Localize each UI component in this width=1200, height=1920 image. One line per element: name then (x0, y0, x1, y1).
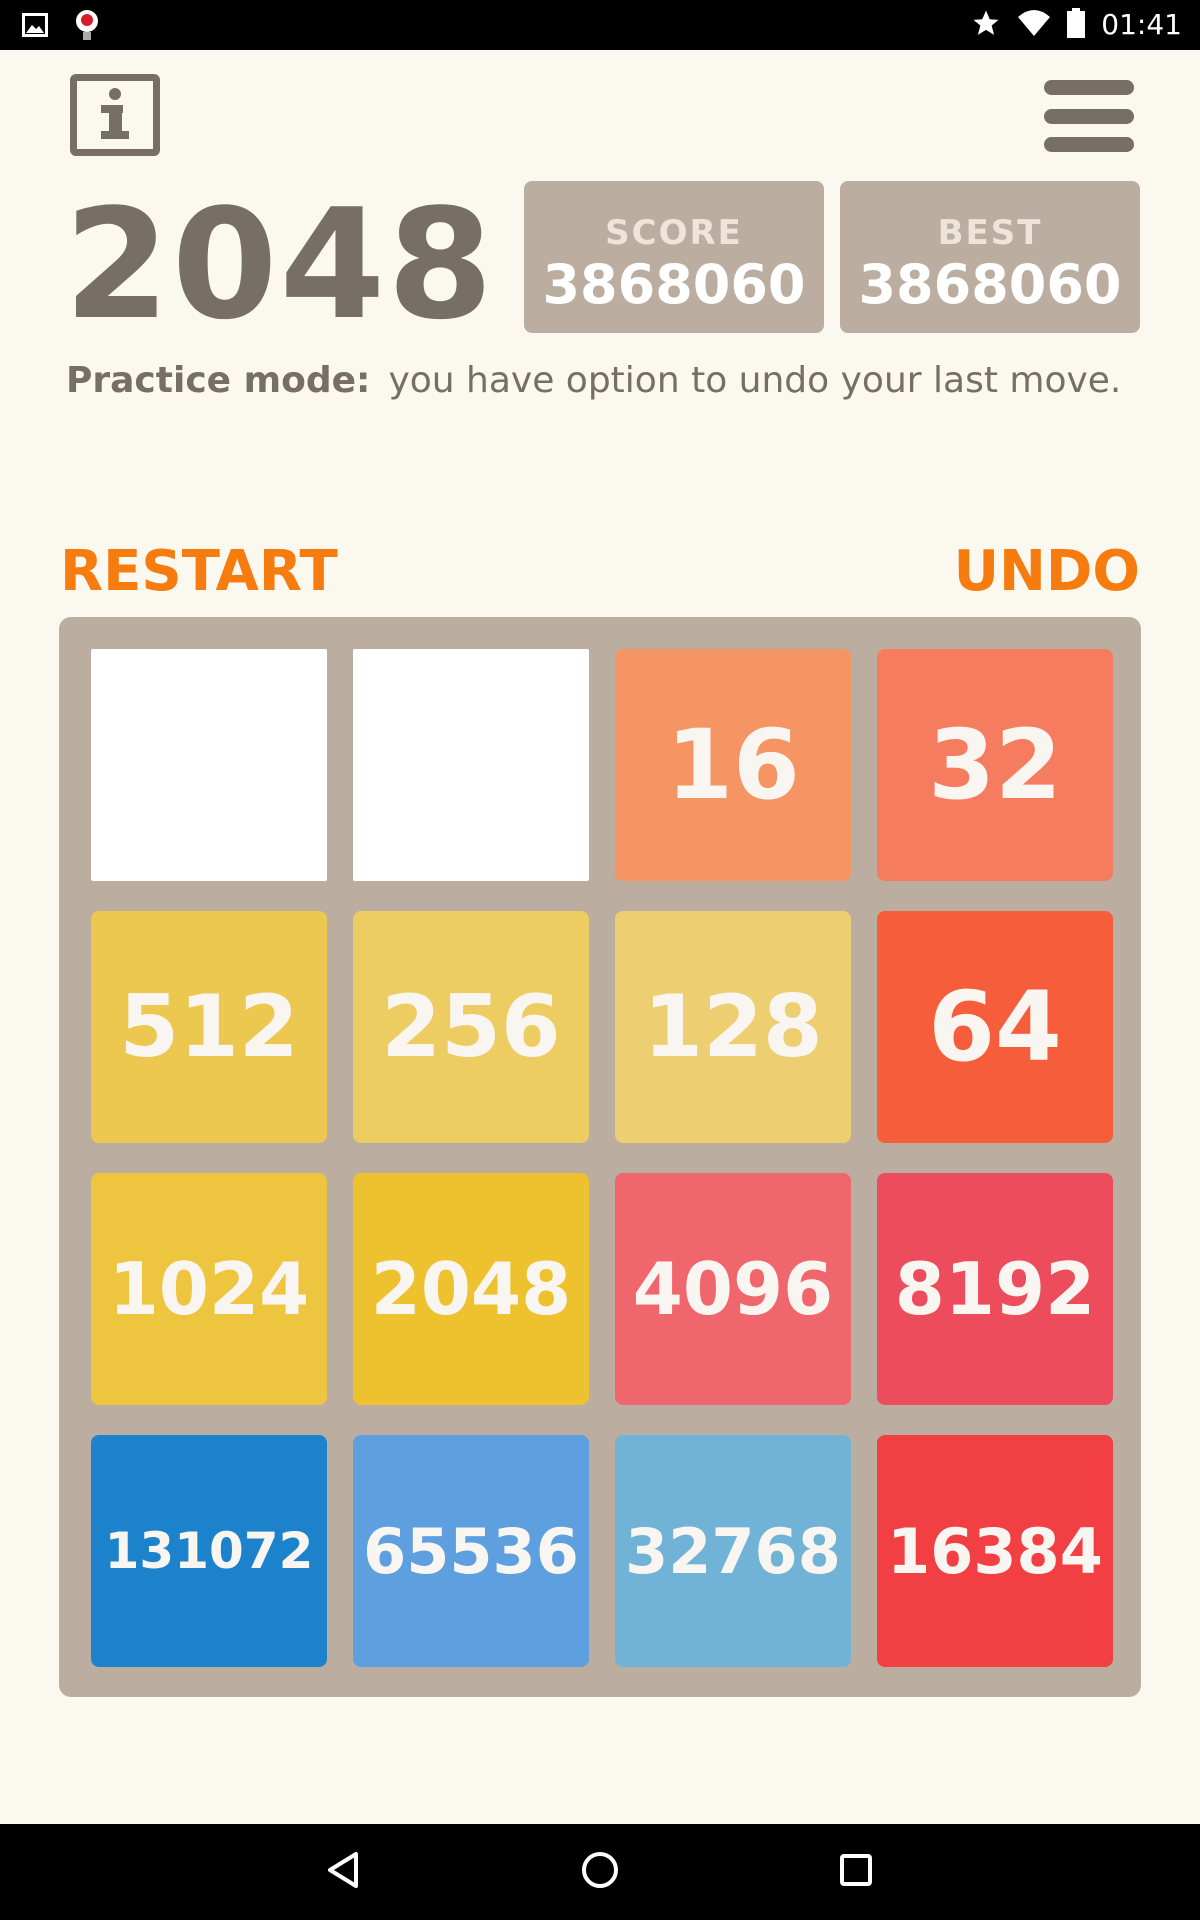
back-icon (324, 1850, 364, 1894)
tile-1024: 1024 (91, 1173, 327, 1405)
undo-button[interactable]: UNDO (954, 540, 1140, 604)
menu-icon-bar (1044, 80, 1134, 95)
navigation-bar (0, 1824, 1200, 1920)
status-bar-right: 01:41 (971, 6, 1182, 44)
score-value: 3868060 (542, 253, 806, 316)
recents-icon (836, 1850, 876, 1894)
game-board[interactable]: 16 32 512 256 128 64 1024 2048 4096 8192 131072 655… (59, 617, 1141, 1697)
info-button[interactable] (70, 74, 160, 156)
score-label: SCORE (605, 213, 743, 253)
restart-button[interactable]: RESTART (60, 540, 338, 604)
tile-128: 128 (615, 911, 851, 1143)
best-value: 3868060 (858, 253, 1122, 316)
recents-button[interactable] (828, 1844, 884, 1900)
status-bar-left (22, 8, 102, 46)
menu-icon-bar (1044, 137, 1134, 152)
practice-mode-text: you have option to undo your last move. (388, 360, 1122, 401)
menu-icon-bar (1044, 108, 1134, 124)
practice-mode-note: Practice mode: you have option to undo yo… (66, 360, 1121, 401)
status-time: 01:41 (1101, 8, 1182, 41)
empty-tile (91, 649, 327, 881)
menu-button[interactable] (1044, 80, 1134, 152)
tile-65536: 65536 (353, 1435, 589, 1667)
gallery-icon (22, 13, 48, 41)
back-button[interactable] (316, 1844, 372, 1900)
game-title: 2048 (64, 176, 496, 353)
score-box: SCORE 3868060 (524, 181, 824, 333)
tile-16384: 16384 (877, 1435, 1113, 1667)
best-score-box: BEST 3868060 (840, 181, 1140, 333)
status-bar: 01:41 (0, 0, 1200, 50)
tile-32768: 32768 (615, 1435, 851, 1667)
wifi-icon (1017, 9, 1051, 41)
tile-4096: 4096 (615, 1173, 851, 1405)
tile-8192: 8192 (877, 1173, 1113, 1405)
tile-512: 512 (91, 911, 327, 1143)
home-icon (580, 1850, 620, 1894)
home-button[interactable] (572, 1844, 628, 1900)
best-label: BEST (937, 213, 1043, 253)
tile-32: 32 (877, 649, 1113, 881)
practice-mode-label: Practice mode: (66, 360, 371, 401)
tile-64: 64 (877, 911, 1113, 1143)
star-icon (971, 8, 1001, 42)
tile-131072: 131072 (91, 1435, 327, 1667)
tile-16: 16 (615, 649, 851, 881)
battery-icon (1067, 8, 1086, 42)
empty-tile (353, 649, 589, 881)
info-icon (93, 85, 137, 145)
notification-app-icon (72, 8, 102, 46)
tile-256: 256 (353, 911, 589, 1143)
tile-2048: 2048 (353, 1173, 589, 1405)
